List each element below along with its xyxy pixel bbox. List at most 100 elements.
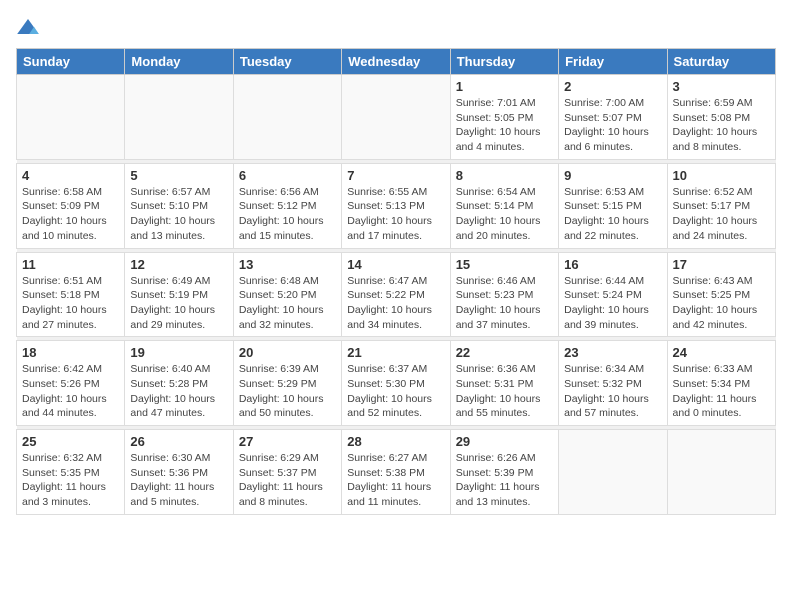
calendar-cell: 12 Sunrise: 6:49 AM Sunset: 5:19 PM Dayli… bbox=[125, 252, 233, 337]
calendar-cell: 1Sunrise: 7:01 AM Sunset: 5:05 PM Daylig… bbox=[450, 75, 558, 160]
day-number: 23 bbox=[564, 345, 661, 360]
day-number: 14 bbox=[347, 257, 444, 272]
calendar-header-row: SundayMondayTuesdayWednesdayThursdayFrid… bbox=[17, 49, 776, 75]
day-info: Sunrise: 6:53 AM Sunset: 5:15 PM Dayligh… bbox=[564, 185, 661, 244]
day-number: 3 bbox=[673, 79, 770, 94]
calendar-cell: 27Sunrise: 6:29 AM Sunset: 5:37 PM Dayli… bbox=[233, 430, 341, 515]
day-info: Sunrise: 6:27 AM Sunset: 5:38 PM Dayligh… bbox=[347, 451, 444, 510]
day-number: 22 bbox=[456, 345, 553, 360]
day-info: Sunrise: 6:52 AM Sunset: 5:17 PM Dayligh… bbox=[673, 185, 770, 244]
day-number: 10 bbox=[673, 168, 770, 183]
calendar-cell bbox=[233, 75, 341, 160]
day-info: Sunrise: 6:30 AM Sunset: 5:36 PM Dayligh… bbox=[130, 451, 227, 510]
day-number: 17 bbox=[673, 257, 770, 272]
calendar-cell: 19 Sunrise: 6:40 AM Sunset: 5:28 PM Dayli… bbox=[125, 341, 233, 426]
day-info: Sunrise: 6:47 AM Sunset: 5:22 PM Dayligh… bbox=[347, 274, 444, 333]
day-info: Sunrise: 6:39 AM Sunset: 5:29 PM Dayligh… bbox=[239, 362, 336, 421]
day-info: Sunrise: 6:37 AM Sunset: 5:30 PM Dayligh… bbox=[347, 362, 444, 421]
calendar-cell: 18 Sunrise: 6:42 AM Sunset: 5:26 PM Dayli… bbox=[17, 341, 125, 426]
day-info: Sunrise: 7:01 AM Sunset: 5:05 PM Dayligh… bbox=[456, 96, 553, 155]
calendar-cell: 22 Sunrise: 6:36 AM Sunset: 5:31 PM Dayli… bbox=[450, 341, 558, 426]
day-number: 18 bbox=[22, 345, 119, 360]
calendar-cell: 5 Sunrise: 6:57 AM Sunset: 5:10 PM Daylig… bbox=[125, 163, 233, 248]
day-info: Sunrise: 6:57 AM Sunset: 5:10 PM Dayligh… bbox=[130, 185, 227, 244]
logo-icon bbox=[16, 16, 40, 40]
calendar-cell: 2 Sunrise: 7:00 AM Sunset: 5:07 PM Daylig… bbox=[559, 75, 667, 160]
day-info: Sunrise: 6:48 AM Sunset: 5:20 PM Dayligh… bbox=[239, 274, 336, 333]
weekday-header-thursday: Thursday bbox=[450, 49, 558, 75]
day-info: Sunrise: 6:29 AM Sunset: 5:37 PM Dayligh… bbox=[239, 451, 336, 510]
day-info: Sunrise: 6:59 AM Sunset: 5:08 PM Dayligh… bbox=[673, 96, 770, 155]
calendar-cell: 16 Sunrise: 6:44 AM Sunset: 5:24 PM Dayli… bbox=[559, 252, 667, 337]
day-number: 9 bbox=[564, 168, 661, 183]
day-number: 4 bbox=[22, 168, 119, 183]
day-number: 5 bbox=[130, 168, 227, 183]
calendar-cell: 11 Sunrise: 6:51 AM Sunset: 5:18 PM Dayli… bbox=[17, 252, 125, 337]
calendar-cell bbox=[125, 75, 233, 160]
calendar-cell bbox=[17, 75, 125, 160]
calendar-cell bbox=[342, 75, 450, 160]
calendar-week-2: 4 Sunrise: 6:58 AM Sunset: 5:09 PM Daylig… bbox=[17, 163, 776, 248]
day-number: 8 bbox=[456, 168, 553, 183]
calendar-cell: 3 Sunrise: 6:59 AM Sunset: 5:08 PM Daylig… bbox=[667, 75, 775, 160]
weekday-header-wednesday: Wednesday bbox=[342, 49, 450, 75]
calendar-cell: 26 Sunrise: 6:30 AM Sunset: 5:36 PM Dayli… bbox=[125, 430, 233, 515]
day-info: Sunrise: 6:42 AM Sunset: 5:26 PM Dayligh… bbox=[22, 362, 119, 421]
calendar-week-1: 1Sunrise: 7:01 AM Sunset: 5:05 PM Daylig… bbox=[17, 75, 776, 160]
day-number: 11 bbox=[22, 257, 119, 272]
calendar-cell: 20 Sunrise: 6:39 AM Sunset: 5:29 PM Dayli… bbox=[233, 341, 341, 426]
day-number: 12 bbox=[130, 257, 227, 272]
calendar-cell: 6 Sunrise: 6:56 AM Sunset: 5:12 PM Daylig… bbox=[233, 163, 341, 248]
day-info: Sunrise: 6:58 AM Sunset: 5:09 PM Dayligh… bbox=[22, 185, 119, 244]
page-header bbox=[16, 16, 776, 40]
calendar-cell: 8 Sunrise: 6:54 AM Sunset: 5:14 PM Daylig… bbox=[450, 163, 558, 248]
day-info: Sunrise: 7:00 AM Sunset: 5:07 PM Dayligh… bbox=[564, 96, 661, 155]
calendar-cell: 25 Sunrise: 6:32 AM Sunset: 5:35 PM Dayli… bbox=[17, 430, 125, 515]
day-info: Sunrise: 6:49 AM Sunset: 5:19 PM Dayligh… bbox=[130, 274, 227, 333]
calendar-cell bbox=[559, 430, 667, 515]
calendar-cell: 29Sunrise: 6:26 AM Sunset: 5:39 PM Dayli… bbox=[450, 430, 558, 515]
calendar-cell: 28 Sunrise: 6:27 AM Sunset: 5:38 PM Dayli… bbox=[342, 430, 450, 515]
weekday-header-sunday: Sunday bbox=[17, 49, 125, 75]
calendar-cell: 14 Sunrise: 6:47 AM Sunset: 5:22 PM Dayli… bbox=[342, 252, 450, 337]
day-info: Sunrise: 6:36 AM Sunset: 5:31 PM Dayligh… bbox=[456, 362, 553, 421]
day-info: Sunrise: 6:26 AM Sunset: 5:39 PM Dayligh… bbox=[456, 451, 553, 510]
day-number: 19 bbox=[130, 345, 227, 360]
day-info: Sunrise: 6:56 AM Sunset: 5:12 PM Dayligh… bbox=[239, 185, 336, 244]
day-info: Sunrise: 6:40 AM Sunset: 5:28 PM Dayligh… bbox=[130, 362, 227, 421]
calendar-cell: 10 Sunrise: 6:52 AM Sunset: 5:17 PM Dayli… bbox=[667, 163, 775, 248]
day-number: 26 bbox=[130, 434, 227, 449]
day-number: 25 bbox=[22, 434, 119, 449]
day-info: Sunrise: 6:51 AM Sunset: 5:18 PM Dayligh… bbox=[22, 274, 119, 333]
calendar-week-3: 11 Sunrise: 6:51 AM Sunset: 5:18 PM Dayli… bbox=[17, 252, 776, 337]
logo bbox=[16, 16, 44, 40]
calendar-cell: 23 Sunrise: 6:34 AM Sunset: 5:32 PM Dayli… bbox=[559, 341, 667, 426]
day-number: 6 bbox=[239, 168, 336, 183]
calendar-week-5: 25 Sunrise: 6:32 AM Sunset: 5:35 PM Dayli… bbox=[17, 430, 776, 515]
calendar-cell: 17 Sunrise: 6:43 AM Sunset: 5:25 PM Dayli… bbox=[667, 252, 775, 337]
day-info: Sunrise: 6:46 AM Sunset: 5:23 PM Dayligh… bbox=[456, 274, 553, 333]
day-number: 24 bbox=[673, 345, 770, 360]
day-number: 28 bbox=[347, 434, 444, 449]
day-info: Sunrise: 6:55 AM Sunset: 5:13 PM Dayligh… bbox=[347, 185, 444, 244]
weekday-header-friday: Friday bbox=[559, 49, 667, 75]
weekday-header-saturday: Saturday bbox=[667, 49, 775, 75]
day-number: 13 bbox=[239, 257, 336, 272]
weekday-header-tuesday: Tuesday bbox=[233, 49, 341, 75]
day-number: 21 bbox=[347, 345, 444, 360]
calendar-cell bbox=[667, 430, 775, 515]
day-number: 16 bbox=[564, 257, 661, 272]
day-number: 2 bbox=[564, 79, 661, 94]
day-info: Sunrise: 6:32 AM Sunset: 5:35 PM Dayligh… bbox=[22, 451, 119, 510]
calendar-cell: 7Sunrise: 6:55 AM Sunset: 5:13 PM Daylig… bbox=[342, 163, 450, 248]
day-number: 20 bbox=[239, 345, 336, 360]
day-info: Sunrise: 6:34 AM Sunset: 5:32 PM Dayligh… bbox=[564, 362, 661, 421]
calendar-cell: 21 Sunrise: 6:37 AM Sunset: 5:30 PM Dayli… bbox=[342, 341, 450, 426]
day-info: Sunrise: 6:43 AM Sunset: 5:25 PM Dayligh… bbox=[673, 274, 770, 333]
day-info: Sunrise: 6:44 AM Sunset: 5:24 PM Dayligh… bbox=[564, 274, 661, 333]
day-info: Sunrise: 6:33 AM Sunset: 5:34 PM Dayligh… bbox=[673, 362, 770, 421]
day-info: Sunrise: 6:54 AM Sunset: 5:14 PM Dayligh… bbox=[456, 185, 553, 244]
weekday-header-monday: Monday bbox=[125, 49, 233, 75]
calendar-cell: 13 Sunrise: 6:48 AM Sunset: 5:20 PM Dayli… bbox=[233, 252, 341, 337]
calendar-cell: 24 Sunrise: 6:33 AM Sunset: 5:34 PM Dayli… bbox=[667, 341, 775, 426]
